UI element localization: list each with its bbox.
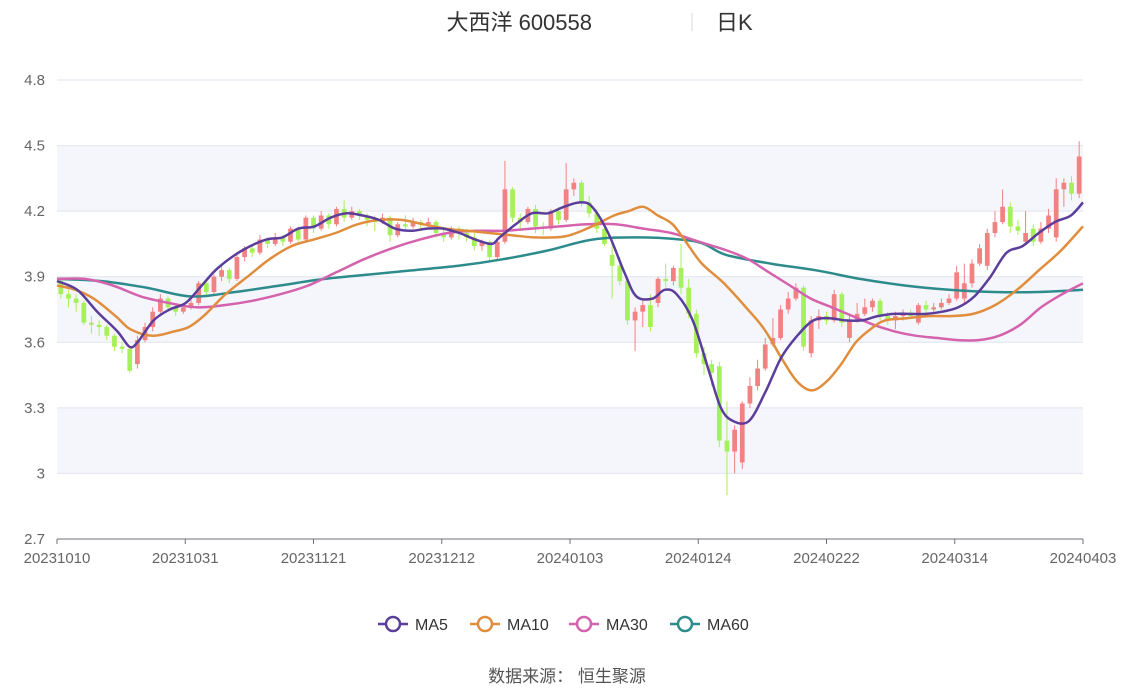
x-tick-label: 20240124 [665,550,732,567]
candle [1023,211,1028,244]
candle [311,215,316,233]
x-tick-label: 20231121 [281,550,347,567]
y-axis-ticks: 4.8 4.5 4.2 3.9 3.6 3.3 3 2.7 [24,72,45,548]
candle [81,300,87,325]
candle [112,333,117,352]
candle [403,215,408,231]
legend-item-ma5[interactable]: MA5 [378,615,448,634]
y-tick-label: 4.5 [24,138,45,155]
y-tick-label: 4.2 [24,203,45,220]
candle [326,213,332,229]
candle [984,228,990,271]
legend-item-ma10[interactable]: MA10 [470,615,549,634]
candle [762,337,768,371]
candle [510,187,515,223]
candle [747,377,753,408]
chart-subtitle: 日K [716,10,753,35]
candle [257,235,263,255]
candle [1046,208,1051,233]
candle [755,359,760,391]
candle [196,281,202,306]
y-tick-label: 3.3 [24,400,45,417]
x-tick-label: 20240403 [1050,550,1117,567]
x-tick-label: 20240222 [793,550,860,567]
candle [778,305,783,341]
y-tick-label: 3 [37,465,45,482]
legend[interactable]: MA5 MA10 MA30 MA60 [378,615,749,634]
candle [119,342,125,354]
x-tick-label: 20231031 [152,550,219,567]
candle [1015,219,1021,236]
chart-title: 大西洋 600558 [446,10,592,35]
grid-band [57,145,1083,212]
legend-item-ma30[interactable]: MA30 [569,615,648,634]
legend-label: MA10 [507,617,549,634]
y-tick-label: 3.9 [24,269,45,286]
candle [954,265,960,301]
candle [739,401,745,470]
data-source: 数据来源： 恒生聚源 [488,667,646,686]
candle [1007,202,1013,233]
y-tick-label: 2.7 [24,531,45,548]
candle [211,274,217,295]
candle [678,243,684,295]
x-tick-label: 20240103 [537,550,604,567]
candle [234,254,240,282]
x-tick-label: 20240314 [921,550,988,567]
candle [977,243,983,266]
candle [249,246,255,258]
candle [425,217,431,229]
candle [961,263,967,303]
candle [127,346,133,373]
x-axis: 20231010 20231031 20231121 20231212 20240103… [24,538,1117,567]
legend-label: MA60 [707,617,749,634]
stock-chart: 4.84.54.23.93.63.332.7 20231010 20231031 2… [24,10,1117,686]
y-tick-label: 4.8 [24,72,45,89]
legend-label: MA5 [415,617,448,634]
x-tick-label: 20231010 [24,550,91,567]
legend-label: MA30 [606,617,648,634]
candle [471,233,477,251]
x-tick-label: 20231212 [408,550,475,567]
grid-band [57,407,1083,474]
candle [992,211,998,238]
y-tick-label: 3.6 [24,334,45,351]
legend-item-ma60[interactable]: MA60 [670,615,749,634]
